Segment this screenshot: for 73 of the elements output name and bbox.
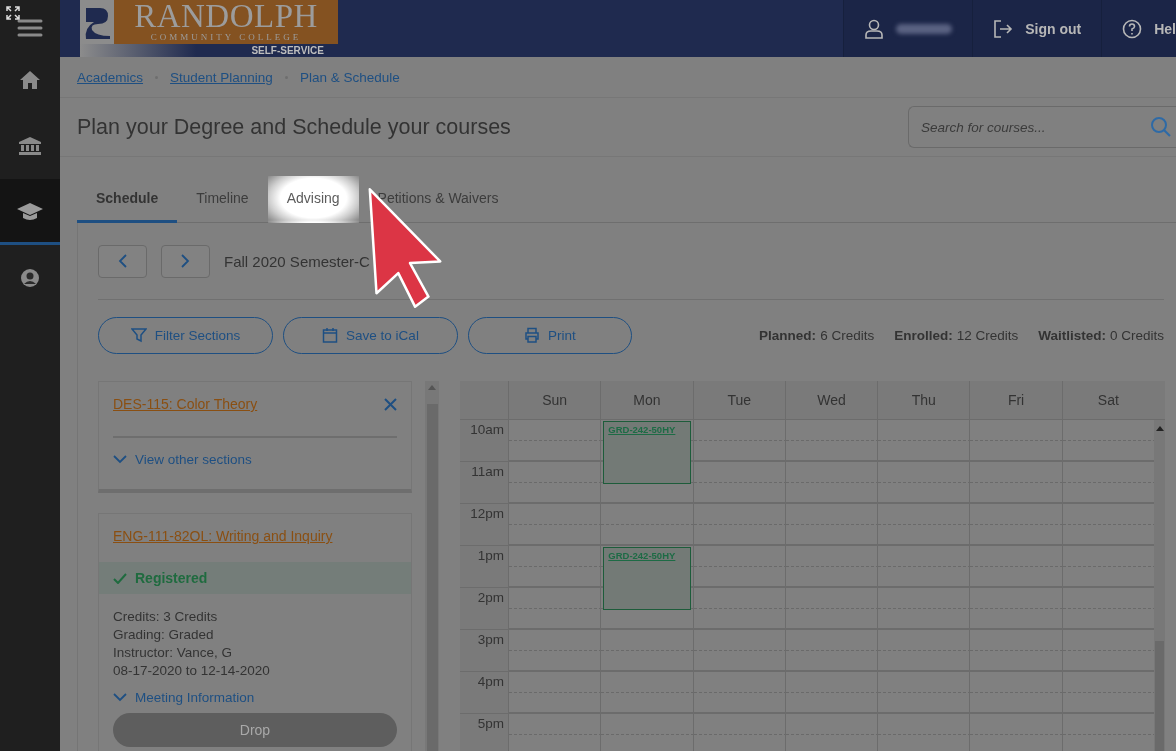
credit-summary: Enrolled: 12 Credits bbox=[894, 327, 1019, 343]
tab[interactable]: Schedule bbox=[77, 176, 178, 223]
home-icon[interactable] bbox=[19, 70, 41, 90]
day-header: Mon bbox=[600, 381, 693, 419]
time-label: 11am bbox=[460, 462, 508, 504]
tab[interactable]: Timeline bbox=[177, 176, 268, 223]
course-event[interactable]: GRD-242-50HY bbox=[603, 421, 691, 484]
chevron-left-icon bbox=[118, 254, 127, 268]
course-event[interactable]: GRD-242-50HY bbox=[603, 547, 691, 610]
user-circle-icon[interactable] bbox=[20, 268, 40, 288]
action-button[interactable]: Print bbox=[468, 316, 632, 354]
expand-link[interactable]: View other sections bbox=[99, 438, 411, 489]
day-header: Thu bbox=[877, 381, 970, 419]
event-link[interactable]: GRD-242-50HY bbox=[608, 424, 686, 435]
logo-tagline: SELF-SERVICE bbox=[80, 44, 338, 57]
scrollbar[interactable] bbox=[425, 381, 439, 751]
filter-icon bbox=[130, 327, 147, 343]
day-header: Wed bbox=[784, 381, 878, 419]
course-detail: Instructor: Vance, G bbox=[113, 644, 234, 662]
search-field[interactable]: Search for courses... bbox=[908, 106, 1176, 148]
course-detail: 08-17-2020 to 12-14-2020 bbox=[113, 662, 271, 680]
sidebar-item[interactable] bbox=[0, 179, 60, 245]
day-header: Sat bbox=[1061, 381, 1154, 419]
user-icon bbox=[864, 18, 885, 39]
bank-icon[interactable] bbox=[18, 136, 42, 156]
blurred-username bbox=[896, 23, 953, 34]
course-title-link[interactable]: ENG-111-82OL: Writing and Inquiry bbox=[113, 528, 333, 544]
expand-icon[interactable] bbox=[6, 6, 20, 20]
course-detail: Grading: Graded bbox=[113, 626, 215, 644]
day-header: Tue bbox=[692, 381, 785, 419]
breadcrumb[interactable]: Student Planning bbox=[170, 69, 273, 85]
expand-link[interactable]: Meeting Information bbox=[99, 680, 411, 713]
day-header: Sun bbox=[508, 381, 601, 419]
breadcrumb[interactable]: Academics bbox=[77, 69, 144, 85]
sign-out-button[interactable]: Sign out bbox=[972, 0, 1102, 57]
help-icon bbox=[1122, 18, 1143, 39]
time-label: 2pm bbox=[460, 588, 508, 630]
action-button[interactable]: Filter Sections bbox=[98, 316, 273, 354]
check-icon bbox=[113, 572, 127, 584]
chevron-right-icon bbox=[181, 254, 190, 268]
time-label: 5pm bbox=[460, 714, 508, 751]
user-menu[interactable] bbox=[843, 0, 973, 57]
logo-name: RANDOLPH bbox=[134, 0, 318, 32]
credit-summary: Waitlisted: 0 Credits bbox=[1038, 327, 1164, 343]
time-label: 4pm bbox=[460, 672, 508, 714]
course-title-link[interactable]: DES-115: Color Theory bbox=[113, 396, 258, 412]
course-detail: Credits: 3 Credits bbox=[113, 608, 219, 626]
time-label: 3pm bbox=[460, 630, 508, 672]
tab[interactable]: Advising bbox=[267, 176, 359, 223]
chevron-down-icon bbox=[113, 455, 127, 464]
menu-icon[interactable] bbox=[17, 17, 43, 39]
time-label: 1pm bbox=[460, 546, 508, 588]
chevron-down-icon bbox=[113, 693, 127, 702]
breadcrumb: Plan & Schedule bbox=[299, 69, 400, 85]
page-title: Plan your Degree and Schedule your courses bbox=[77, 114, 512, 140]
time-label: 12pm bbox=[460, 504, 508, 546]
tab[interactable]: Petitions & Waivers bbox=[358, 176, 518, 223]
printer-icon bbox=[524, 327, 541, 343]
time-label: 10am bbox=[460, 420, 508, 462]
logo-subtitle: COMMUNITY COLLEGE bbox=[150, 32, 302, 42]
credit-summary: Planned: 6 Credits bbox=[759, 327, 875, 343]
action-button[interactable]: Save to iCal bbox=[283, 316, 458, 354]
scroll-up-icon[interactable] bbox=[1155, 426, 1164, 431]
calendar-icon bbox=[322, 327, 339, 343]
sign-out-icon bbox=[993, 19, 1014, 38]
graduation-cap-icon[interactable] bbox=[16, 200, 44, 221]
status-text: Registered bbox=[135, 570, 208, 586]
term-label: Fall 2020 Semester-C bbox=[224, 252, 370, 270]
event-link[interactable]: GRD-242-50HY bbox=[608, 550, 686, 561]
college-logo[interactable]: RANDOLPH COMMUNITY COLLEGE SELF-SERVICE bbox=[80, 0, 338, 57]
help-button[interactable]: Hel bbox=[1101, 0, 1176, 57]
scrollbar[interactable] bbox=[1154, 420, 1165, 751]
day-header: Fri bbox=[969, 381, 1062, 419]
